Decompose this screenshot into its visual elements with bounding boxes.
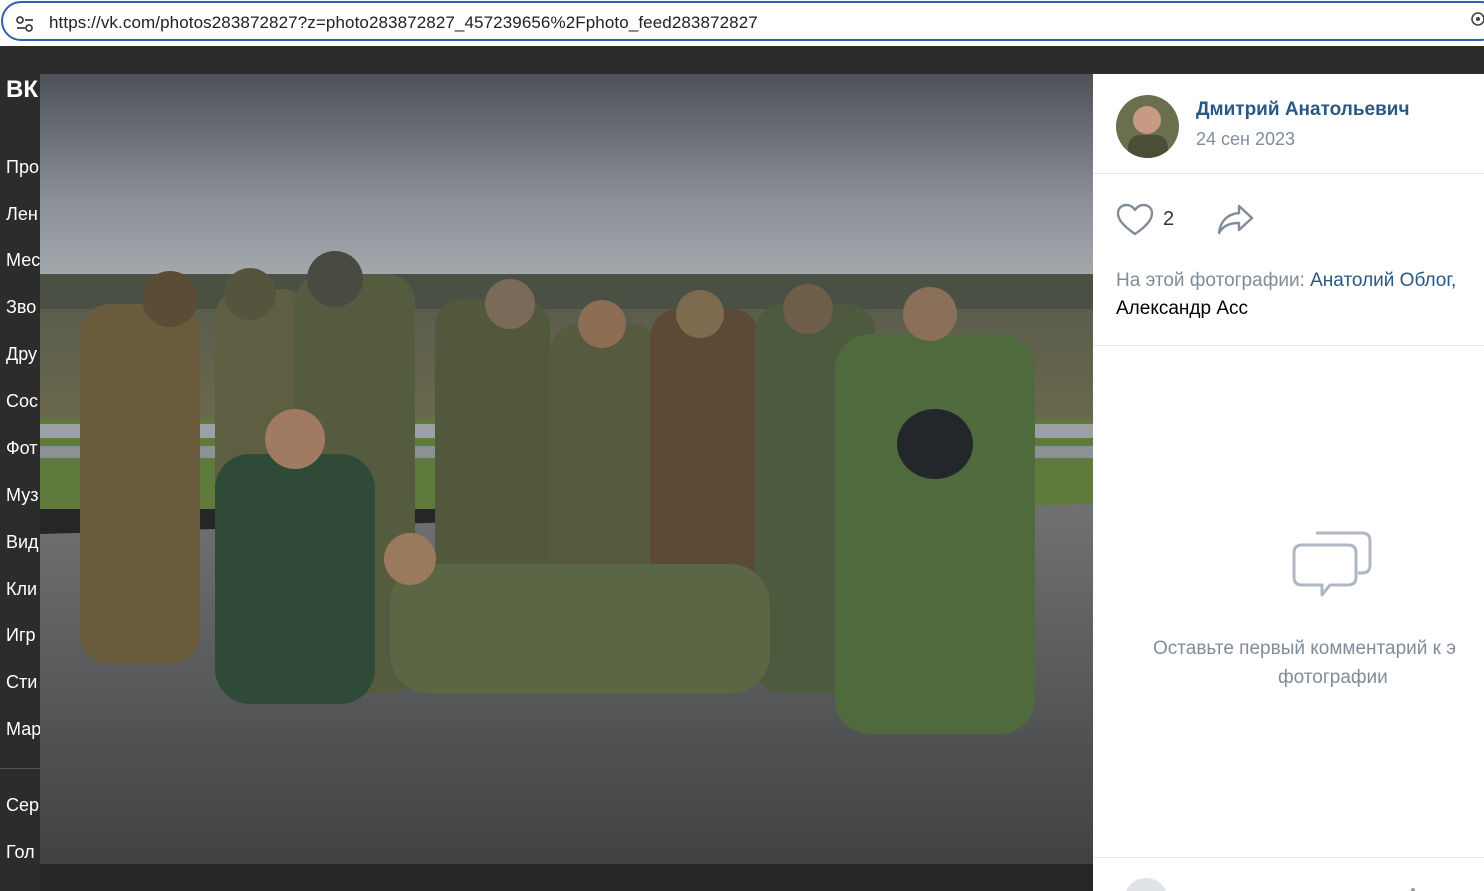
menu-item-stickers[interactable]: Сти bbox=[6, 672, 37, 693]
browser-address-bar: https://vk.com/photos283872827?z=photo28… bbox=[0, 0, 1484, 46]
vk-logo[interactable]: ВК bbox=[6, 76, 38, 104]
author-avatar[interactable] bbox=[1116, 95, 1179, 158]
menu-item-services[interactable]: Сер bbox=[6, 795, 39, 816]
empty-comments-line-1: Оставьте первый комментарий к э bbox=[1153, 638, 1456, 659]
like-count: 2 bbox=[1163, 208, 1175, 230]
photo-image[interactable] bbox=[40, 74, 1093, 864]
panel-divider bbox=[1093, 173, 1484, 174]
panel-divider bbox=[1093, 857, 1484, 858]
photo-illustration bbox=[40, 74, 1093, 864]
menu-item-clips[interactable]: Кли bbox=[6, 579, 37, 600]
menu-item-friends[interactable]: Дру bbox=[6, 344, 37, 365]
menu-item-music[interactable]: Муз bbox=[6, 485, 38, 506]
menu-item-profile[interactable]: Про bbox=[6, 157, 39, 178]
empty-comments-line-2: фотографии bbox=[1278, 667, 1388, 688]
menu-item-calls[interactable]: Зво bbox=[6, 297, 36, 318]
post-date[interactable]: 24 сен 2023 bbox=[1196, 129, 1295, 150]
menu-item-market[interactable]: Мар bbox=[6, 719, 41, 740]
menu-item-photos[interactable]: Фот bbox=[6, 438, 38, 459]
tag-separator: , bbox=[1450, 270, 1457, 291]
menu-item-feed[interactable]: Лен bbox=[6, 204, 38, 225]
url-field[interactable]: https://vk.com/photos283872827?z=photo28… bbox=[1, 1, 1484, 41]
menu-item-communities[interactable]: Сос bbox=[6, 391, 38, 412]
current-user-avatar bbox=[1124, 878, 1168, 891]
photo-tags: На этой фотографии: Анатолий Облог, Алек… bbox=[1116, 267, 1484, 323]
extension-icon[interactable] bbox=[1470, 11, 1484, 27]
photo-info-panel: Дмитрий Анатольевич 24 сен 2023 2 На это… bbox=[1093, 74, 1484, 891]
share-icon[interactable] bbox=[1217, 203, 1255, 235]
comment-bubbles-icon bbox=[1292, 531, 1372, 597]
panel-divider bbox=[1093, 345, 1484, 346]
menu-item-messenger[interactable]: Мес bbox=[6, 250, 40, 271]
tag-link-2[interactable]: Александр Асс bbox=[1116, 298, 1248, 319]
heart-icon[interactable] bbox=[1116, 203, 1154, 237]
menu-divider bbox=[0, 768, 40, 769]
tags-prefix: На этой фотографии: bbox=[1116, 270, 1311, 291]
site-settings-icon[interactable] bbox=[15, 15, 35, 33]
tag-link-1[interactable]: Анатолий Облог bbox=[1310, 270, 1451, 291]
menu-item-games[interactable]: Игр bbox=[6, 625, 36, 646]
author-name-link[interactable]: Дмитрий Анатольевич bbox=[1196, 99, 1409, 121]
menu-item-voice[interactable]: Гол bbox=[6, 842, 35, 863]
url-text[interactable]: https://vk.com/photos283872827?z=photo28… bbox=[49, 13, 758, 33]
menu-item-video[interactable]: Вид bbox=[6, 532, 39, 553]
